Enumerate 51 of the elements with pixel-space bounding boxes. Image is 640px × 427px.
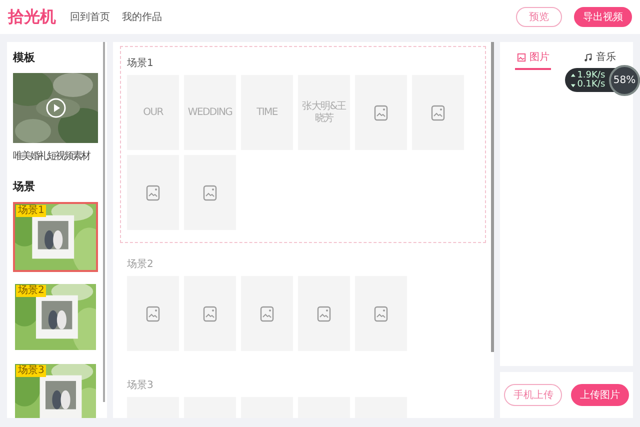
scene-thumbnail[interactable]: 场景2 xyxy=(13,282,98,352)
image-icon xyxy=(374,306,388,322)
download-icon xyxy=(570,82,576,87)
image-icon xyxy=(146,306,160,322)
upload-button[interactable]: 上传图片 xyxy=(570,384,629,406)
image-slot[interactable] xyxy=(355,276,407,351)
image-icon xyxy=(517,52,526,62)
scene-frame[interactable]: 场景1 OUR WEDDING TIME 张大明&王晓芳 xyxy=(120,46,486,243)
image-slot[interactable] xyxy=(127,155,179,230)
music-icon xyxy=(584,52,593,62)
image-slot[interactable] xyxy=(412,75,464,150)
scene-title: 场景3 xyxy=(127,378,154,392)
download-rate: 0.1K/s xyxy=(577,80,606,89)
scene-thumbnail[interactable]: 场景3 xyxy=(13,362,98,418)
scene-title: 场景1 xyxy=(127,56,154,70)
image-slot[interactable] xyxy=(127,276,179,351)
image-slot[interactable] xyxy=(241,276,293,351)
text-slot[interactable]: OUR xyxy=(127,75,179,150)
phone-upload-button[interactable]: 手机上传 xyxy=(504,384,562,406)
scene-thumbnail[interactable]: 场景1 xyxy=(13,202,98,272)
text-slot[interactable]: 张大明&王晓芳 xyxy=(298,75,350,150)
usage-percent: 58% xyxy=(609,64,640,96)
image-slot[interactable] xyxy=(355,75,407,150)
image-icon xyxy=(203,184,217,200)
image-icon xyxy=(260,306,274,322)
play-icon[interactable] xyxy=(46,98,66,118)
image-icon xyxy=(146,184,160,200)
section-heading: 模板 xyxy=(13,50,36,65)
export-button[interactable]: 导出视频 xyxy=(574,7,632,27)
scene-badge: 场景1 xyxy=(16,205,46,217)
image-icon xyxy=(431,104,445,120)
image-icon xyxy=(203,306,217,322)
text-slot[interactable]: WEDDING xyxy=(184,75,236,150)
template-caption: 唯美婚礼短视频素材 xyxy=(13,150,91,163)
upload-icon xyxy=(570,73,576,78)
preview-button[interactable]: 预览 xyxy=(516,7,562,27)
logo[interactable]: 拾光机 xyxy=(8,6,56,28)
scene-title: 场景2 xyxy=(127,258,154,271)
section-heading: 场景 xyxy=(13,179,36,194)
text-slot[interactable]: TIME xyxy=(241,75,293,150)
nav-link[interactable]: 回到首页 xyxy=(70,10,110,24)
nav-link[interactable]: 我的作品 xyxy=(122,10,162,24)
scene-badge: 场景3 xyxy=(16,365,46,377)
image-slot[interactable] xyxy=(184,155,236,230)
image-slot[interactable] xyxy=(184,276,236,351)
image-icon xyxy=(374,104,388,120)
image-icon xyxy=(317,306,331,322)
upload-rate: 1.9K/s xyxy=(577,71,606,80)
tab[interactable]: 图片 xyxy=(515,50,552,70)
scene-badge: 场景2 xyxy=(16,285,46,297)
image-slot[interactable] xyxy=(298,276,350,351)
